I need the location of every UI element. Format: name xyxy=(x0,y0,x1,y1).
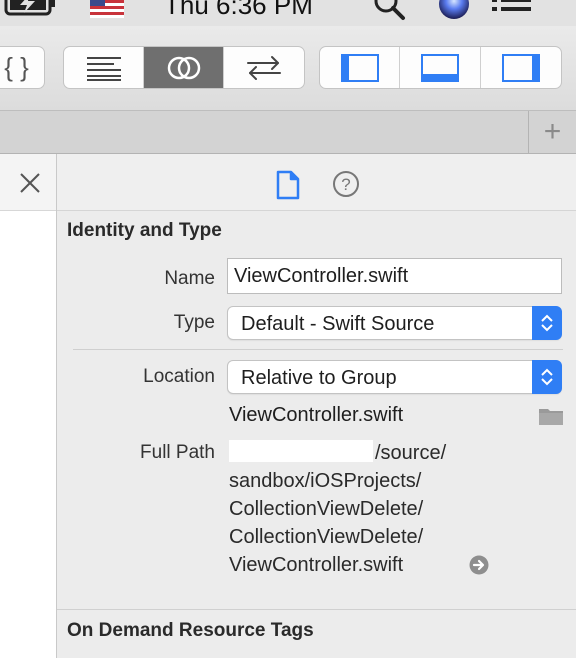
battery-charging-icon[interactable] xyxy=(0,0,58,24)
close-icon xyxy=(20,173,40,193)
full-path-line: CollectionViewDelete/ xyxy=(229,526,424,548)
version-editor-icon xyxy=(247,55,281,80)
siri-icon[interactable] xyxy=(437,0,471,26)
navigator-panel-button[interactable] xyxy=(320,47,401,88)
assistant-editor-button[interactable] xyxy=(144,47,224,88)
file-inspector-panel: ? Identity and Type Name Type Default - … xyxy=(56,154,576,658)
navigator-panel-icon xyxy=(340,53,379,82)
debug-panel-icon xyxy=(421,53,460,82)
name-label: Name xyxy=(164,268,215,289)
svg-text:?: ? xyxy=(341,175,350,194)
toolbar: { } xyxy=(0,26,576,111)
close-editor-button[interactable] xyxy=(15,168,45,198)
identity-and-type-header: Identity and Type xyxy=(67,220,222,241)
utilities-panel-button[interactable] xyxy=(481,47,561,88)
search-icon[interactable] xyxy=(372,0,408,26)
editor-pane xyxy=(0,154,56,658)
standard-editor-icon xyxy=(86,56,121,81)
editor-mode-segmented-control xyxy=(63,46,305,89)
utilities-panel-icon xyxy=(501,53,540,82)
inspector-tab-bar: ? xyxy=(57,154,576,211)
reveal-in-finder-arrow-icon[interactable] xyxy=(469,555,489,580)
us-flag-icon[interactable] xyxy=(90,0,124,23)
name-field[interactable] xyxy=(227,258,562,294)
full-path-line: CollectionViewDelete/ xyxy=(229,498,424,520)
standard-editor-button[interactable] xyxy=(64,47,144,88)
debug-panel-button[interactable] xyxy=(400,47,481,88)
section-divider xyxy=(73,349,563,350)
location-popup-button[interactable]: Relative to Group xyxy=(227,360,562,394)
menu-list-icon[interactable] xyxy=(492,0,534,25)
assistant-editor-icon xyxy=(167,56,200,79)
braces-button[interactable]: { } xyxy=(0,47,44,88)
version-editor-button[interactable] xyxy=(224,47,304,88)
full-path-line: /source/ xyxy=(375,442,447,464)
type-label: Type xyxy=(173,312,215,333)
full-path-value: /source/ sandbox/iOSProjects/ Collection… xyxy=(229,439,469,579)
chevron-up-down-icon xyxy=(532,360,562,394)
full-path-line: ViewController.swift xyxy=(229,554,404,576)
panels-segmented-control xyxy=(319,46,562,89)
on-demand-resource-tags-header: On Demand Resource Tags xyxy=(67,620,314,641)
menu-bar-clock[interactable]: Thu 6:36 PM xyxy=(164,0,313,21)
tab-bar: + xyxy=(0,111,576,154)
location-filename: ViewController.swift xyxy=(229,404,404,426)
full-path-line: sandbox/iOSProjects/ xyxy=(229,470,422,492)
section-divider xyxy=(57,609,576,610)
type-popup-value: Default - Swift Source xyxy=(241,313,435,335)
file-inspector-icon[interactable] xyxy=(275,170,301,205)
code-snippet-group: { } xyxy=(0,46,45,89)
folder-icon[interactable] xyxy=(538,406,564,431)
type-popup-button[interactable]: Default - Swift Source xyxy=(227,306,562,340)
menu-bar: Thu 6:36 PM xyxy=(0,0,576,26)
full-path-label: Full Path xyxy=(140,442,215,463)
quick-help-icon[interactable]: ? xyxy=(332,170,360,203)
location-popup-value: Relative to Group xyxy=(241,367,397,389)
redacted-path-segment xyxy=(229,440,373,462)
location-label: Location xyxy=(143,366,215,387)
chevron-up-down-icon xyxy=(532,306,562,340)
add-tab-button[interactable]: + xyxy=(528,111,576,153)
editor-jump-bar xyxy=(0,154,56,211)
